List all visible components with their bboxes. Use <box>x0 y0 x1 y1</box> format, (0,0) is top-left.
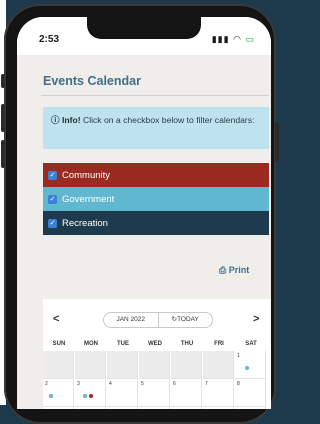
weekday-header: TUE <box>117 341 129 347</box>
calendar-filter-label: Government <box>62 193 115 205</box>
day-cell[interactable]: 2 <box>43 379 74 407</box>
calendar-filter-community[interactable]: ✓ Community <box>43 163 269 187</box>
today-button[interactable]: ↻TODAY <box>159 313 213 327</box>
phone-power-button <box>275 122 279 162</box>
calendar-filter-recreation[interactable]: ✓ Recreation <box>43 211 269 235</box>
title-divider <box>41 95 269 96</box>
calendar-filter-government[interactable]: ✓ Government <box>43 187 269 211</box>
day-cell[interactable]: 10 <box>75 407 106 409</box>
weekday-header: SUN <box>52 341 66 347</box>
day-cell[interactable]: 13 <box>171 407 202 409</box>
event-dot-recreation[interactable] <box>83 394 87 398</box>
checkbox-checked-icon[interactable]: ✓ <box>48 218 57 228</box>
day-cell <box>43 351 74 379</box>
info-box: ⓘ Info! Click on a checkbox below to fil… <box>43 107 269 149</box>
day-cell[interactable]: 5 <box>139 379 170 407</box>
day-cell <box>203 351 234 379</box>
next-month-button[interactable]: > <box>253 313 259 325</box>
day-cell <box>75 351 106 379</box>
day-cell[interactable]: 11 <box>107 407 138 409</box>
month-label[interactable]: JAN 2022 <box>104 313 158 327</box>
day-number: 2 <box>45 381 48 387</box>
day-cell <box>107 351 138 379</box>
day-number: 1 <box>237 353 240 359</box>
checkbox-checked-icon[interactable]: ✓ <box>48 170 57 180</box>
weekday-header: WED <box>148 341 162 347</box>
event-dot-recreation[interactable] <box>49 394 53 398</box>
wifi-icon: ◠ <box>233 34 242 44</box>
weekday-header: SAT <box>245 341 257 347</box>
month-selector: JAN 2022 ↻TODAY <box>103 312 213 328</box>
day-number: 5 <box>141 381 144 387</box>
print-link[interactable]: ⎙ Print <box>219 265 249 276</box>
weekday-header: FRI <box>214 341 224 347</box>
day-cell[interactable]: 15 <box>235 407 266 409</box>
phone-volume-down-button <box>1 140 5 168</box>
checkbox-checked-icon[interactable]: ✓ <box>48 194 57 204</box>
calendar-filter-label: Community <box>62 169 111 181</box>
prev-month-button[interactable]: < <box>53 313 59 325</box>
day-number: 4 <box>109 381 112 387</box>
signal-icon: ▮▮▮ <box>211 34 230 44</box>
info-text: Click on a checkbox below to filter cale… <box>80 115 255 125</box>
day-number: 3 <box>77 381 80 387</box>
event-dot-recreation[interactable] <box>245 366 249 370</box>
day-cell[interactable]: 9 <box>43 407 74 409</box>
info-lead: ⓘ Info! <box>51 115 81 125</box>
battery-icon: ▭ <box>245 34 255 44</box>
printer-icon: ⎙ <box>219 265 227 275</box>
day-cell[interactable]: 3 <box>75 379 106 407</box>
status-icons: ▮▮▮ ◠ ▭ <box>212 34 255 45</box>
phone-frame: 2:53 ▮▮▮ ◠ ▭ Events Calendar ⓘ Info! Cli… <box>1 4 279 424</box>
day-cell[interactable]: 1 <box>235 351 266 379</box>
day-cell[interactable]: 4 <box>107 379 138 407</box>
phone-notch <box>87 17 201 39</box>
weekday-header: THU <box>180 341 194 347</box>
phone-mute-button <box>1 74 5 88</box>
day-number: 8 <box>237 381 240 387</box>
calendar-filter-label: Recreation <box>62 217 108 229</box>
day-number: 7 <box>205 381 208 387</box>
day-cell[interactable]: 6 <box>171 379 202 407</box>
event-dot-community[interactable] <box>89 394 93 398</box>
phone-screen: 2:53 ▮▮▮ ◠ ▭ Events Calendar ⓘ Info! Cli… <box>17 17 271 409</box>
status-time: 2:53 <box>39 34 60 45</box>
day-cell[interactable]: 8 <box>235 379 266 407</box>
phone-volume-up-button <box>1 104 5 132</box>
page-title: Events Calendar <box>43 74 141 88</box>
day-cell[interactable]: 12 <box>139 407 170 409</box>
day-cell[interactable]: 7 <box>203 379 234 407</box>
weekday-header: MON <box>84 341 98 347</box>
day-cell <box>171 351 202 379</box>
day-cell[interactable]: 14 <box>203 407 234 409</box>
print-label: Print <box>228 265 250 275</box>
day-number: 6 <box>173 381 176 387</box>
day-cell <box>139 351 170 379</box>
calendar-grid: < JAN 2022 ↻TODAY > SUN MON TUE WED THU … <box>43 299 271 409</box>
